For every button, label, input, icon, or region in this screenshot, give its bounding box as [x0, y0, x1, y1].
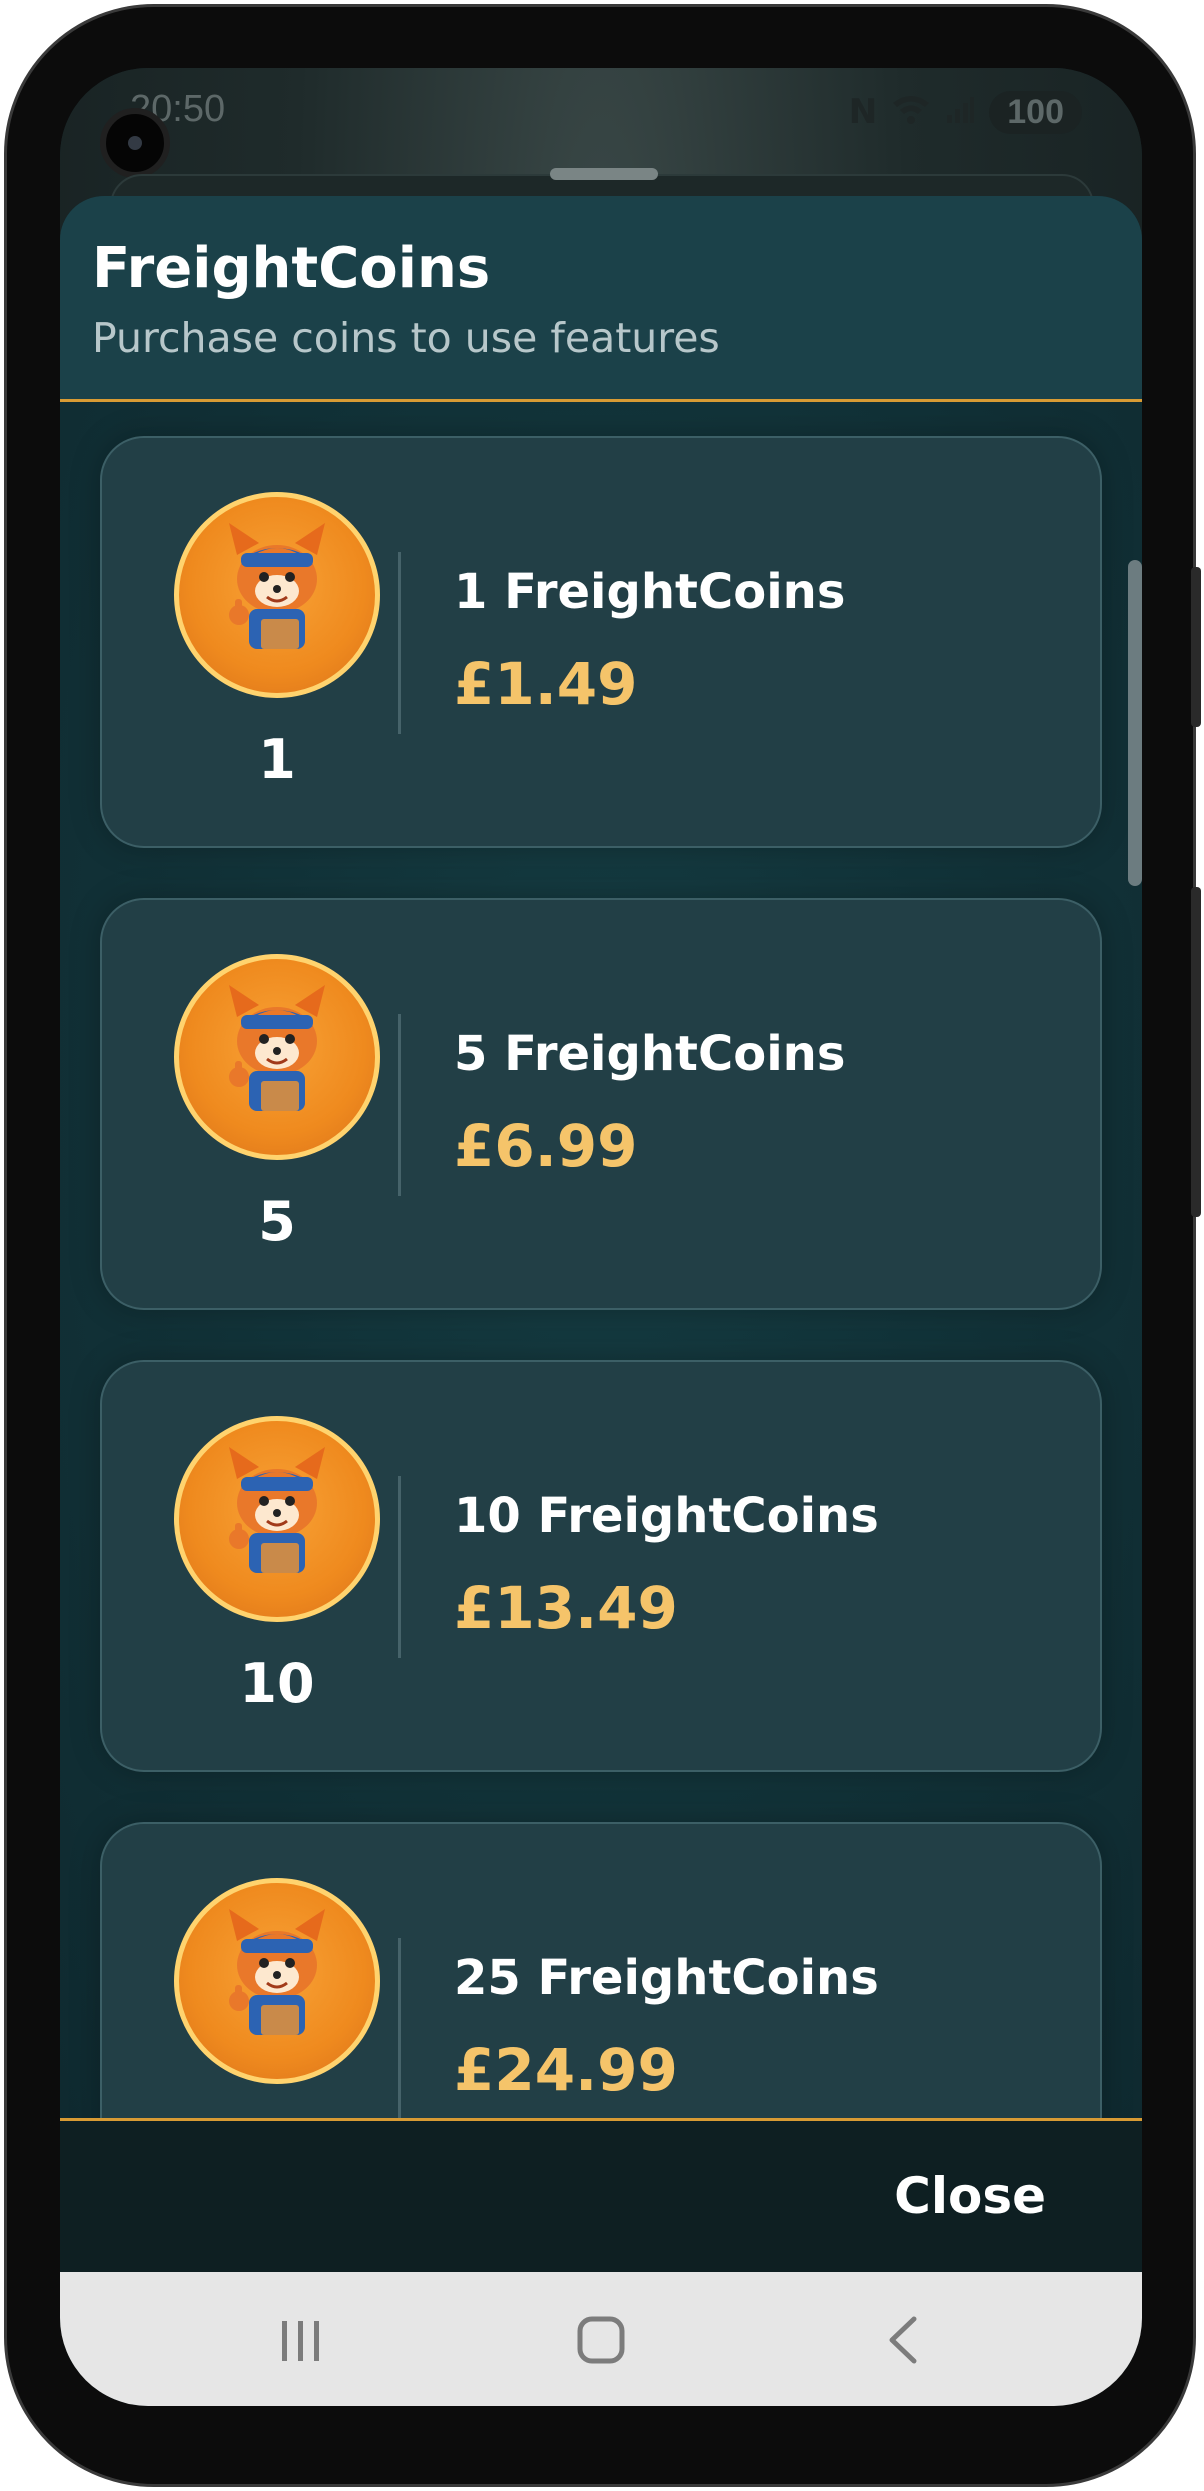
wifi-icon: [891, 90, 931, 134]
coin-package-card[interactable]: 1 1 FreightCoins £1.49: [100, 436, 1102, 848]
coin-package-card[interactable]: 10 10 FreightCoins £13.49: [100, 1360, 1102, 1772]
nfc-icon: N: [848, 92, 878, 132]
fox-mascot-coin-icon: [174, 1416, 380, 1622]
package-price: £6.99: [454, 1112, 638, 1180]
signal-icon: [945, 90, 975, 134]
package-title: 5 FreightCoins: [454, 1026, 846, 1082]
fox-mascot-icon: [229, 523, 325, 649]
card-divider: [398, 1476, 401, 1658]
fox-mascot-icon: [229, 1447, 325, 1573]
list-scrollbar[interactable]: [1128, 560, 1142, 886]
package-quantity: 10: [239, 1652, 315, 1715]
battery-icon: 100: [989, 90, 1082, 134]
volume-button: [1191, 887, 1201, 1217]
system-navigation-bar: [60, 2272, 1142, 2406]
coin-package-card[interactable]: 5 5 FreightCoins £6.99: [100, 898, 1102, 1310]
package-quantity: 5: [258, 1190, 296, 1253]
fox-mascot-icon: [229, 1909, 325, 2035]
dialog-title: FreightCoins: [92, 236, 491, 301]
card-divider: [398, 1014, 401, 1196]
front-camera: [100, 108, 170, 178]
close-button[interactable]: Close: [894, 2167, 1046, 2225]
fox-mascot-coin-icon: [174, 492, 380, 698]
status-bar: 20:50 N 100: [60, 68, 1142, 178]
card-divider: [398, 552, 401, 734]
battery-level: 100: [1007, 92, 1064, 131]
dialog-footer: Close: [60, 2118, 1142, 2272]
coin-package-card[interactable]: 25 25 FreightCoins £24.99: [100, 1822, 1102, 2118]
fox-mascot-coin-icon: [174, 1878, 380, 2084]
package-price: £1.49: [454, 650, 638, 718]
package-title: 10 FreightCoins: [454, 1488, 879, 1544]
package-title: 25 FreightCoins: [454, 1950, 879, 2006]
status-icons: N 100: [849, 90, 1082, 134]
package-price: £13.49: [454, 1574, 678, 1642]
back-icon[interactable]: [880, 2310, 930, 2380]
dialog-header: FreightCoins Purchase coins to use featu…: [60, 196, 1142, 402]
recent-apps-icon[interactable]: [276, 2310, 326, 2380]
freightcoins-dialog: FreightCoins Purchase coins to use featu…: [60, 196, 1142, 2272]
package-quantity: 1: [258, 728, 296, 791]
fox-mascot-coin-icon: [174, 954, 380, 1160]
coin-package-list[interactable]: 1 1 FreightCoins £1.49 5 5 FreightCoins …: [60, 402, 1142, 2118]
fox-mascot-icon: [229, 985, 325, 1111]
package-price: £24.99: [454, 2036, 678, 2104]
home-icon[interactable]: [576, 2310, 626, 2380]
package-title: 1 FreightCoins: [454, 564, 846, 620]
card-divider: [398, 1938, 401, 2118]
sheet-drag-handle[interactable]: [550, 168, 658, 180]
dialog-subtitle: Purchase coins to use features: [92, 314, 720, 362]
phone-screen: 20:50 N 100 FreightCoins Purchase coins …: [60, 68, 1142, 2406]
power-button: [1191, 567, 1201, 727]
